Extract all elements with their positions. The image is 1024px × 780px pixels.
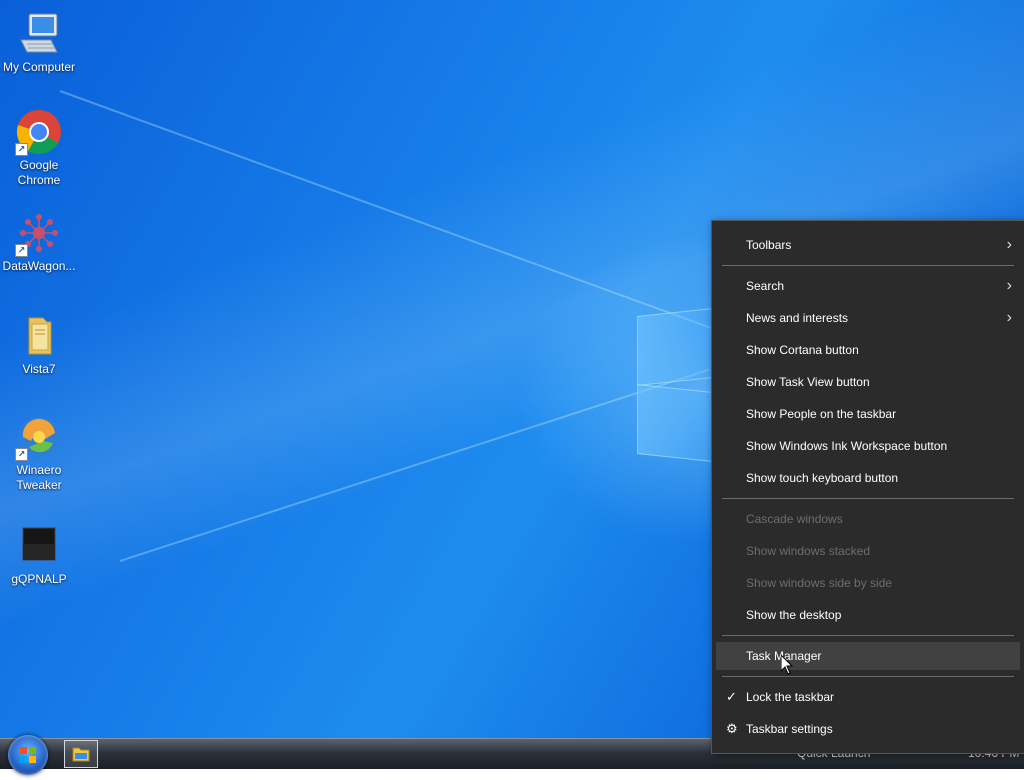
menu-item-show-ink-workspace[interactable]: Show Windows Ink Workspace button xyxy=(716,432,1020,460)
menu-item-label: News and interests xyxy=(746,311,849,325)
mouse-cursor-icon xyxy=(780,653,794,680)
menu-item-label: Show Windows Ink Workspace button xyxy=(746,439,948,453)
desktop-icon-label: My Computer xyxy=(2,60,76,74)
desktop-icon-label: Winaero Tweaker xyxy=(16,463,62,492)
gear-icon: ⚙ xyxy=(726,721,738,736)
app-icon xyxy=(15,522,63,570)
menu-item-search[interactable]: Search › xyxy=(716,272,1020,300)
menu-item-show-task-view-button[interactable]: Show Task View button xyxy=(716,368,1020,396)
checkmark-icon: ✓ xyxy=(726,689,737,704)
taskbar-file-explorer-button[interactable] xyxy=(64,740,98,768)
shortcut-arrow-icon: ↗ xyxy=(15,143,28,156)
shortcut-arrow-icon: ↗ xyxy=(15,448,28,461)
folder-icon xyxy=(15,312,63,360)
menu-item-label: Show windows stacked xyxy=(746,544,871,558)
chevron-right-icon: › xyxy=(1006,277,1012,294)
chevron-right-icon: › xyxy=(1006,309,1012,326)
desktop-icon-winaero-tweaker[interactable]: ↗ Winaero Tweaker xyxy=(1,413,77,493)
desktop-icon-label: DataWagon... xyxy=(2,259,76,273)
chrome-icon: ↗ xyxy=(15,108,63,156)
desktop-icon-gqpnalp[interactable]: gQPNALP xyxy=(1,522,77,587)
datawagon-icon: ↗ xyxy=(15,209,63,257)
chevron-right-icon: › xyxy=(1006,236,1012,253)
menu-item-show-touch-keyboard[interactable]: Show touch keyboard button xyxy=(716,464,1020,492)
menu-separator xyxy=(722,265,1014,266)
light-beam xyxy=(59,90,719,332)
windows-logo-pane xyxy=(637,384,713,462)
menu-item-label: Search xyxy=(746,279,785,293)
menu-separator xyxy=(722,676,1014,677)
menu-item-lock-the-taskbar[interactable]: ✓ Lock the taskbar xyxy=(716,683,1020,711)
taskbar-context-menu: Toolbars › Search › News and interests ›… xyxy=(711,220,1024,754)
folder-icon xyxy=(72,747,90,762)
menu-item-news-and-interests[interactable]: News and interests › xyxy=(716,304,1020,332)
menu-item-label: Show Cortana button xyxy=(746,343,859,357)
start-button[interactable] xyxy=(8,735,48,775)
shortcut-arrow-icon: ↗ xyxy=(15,244,28,257)
menu-separator xyxy=(722,498,1014,499)
windows-flag-icon xyxy=(20,747,36,763)
windows-logo-pane xyxy=(637,308,713,386)
menu-item-label: Show touch keyboard button xyxy=(746,471,899,485)
menu-separator xyxy=(722,635,1014,636)
menu-item-toolbars[interactable]: Toolbars › xyxy=(716,231,1020,259)
menu-item-show-the-desktop[interactable]: Show the desktop xyxy=(716,601,1020,629)
desktop-icon-google-chrome[interactable]: ↗ Google Chrome xyxy=(1,108,77,188)
menu-item-show-cortana-button[interactable]: Show Cortana button xyxy=(716,336,1020,364)
menu-item-label: Cascade windows xyxy=(746,512,843,526)
menu-item-taskbar-settings[interactable]: ⚙ Taskbar settings xyxy=(716,715,1020,743)
light-beam xyxy=(119,368,710,562)
desktop-icon-my-computer[interactable]: My Computer xyxy=(1,10,77,75)
menu-item-label: Show windows side by side xyxy=(746,576,893,590)
desktop-icon-label: gQPNALP xyxy=(11,572,67,586)
menu-item-show-people[interactable]: Show People on the taskbar xyxy=(716,400,1020,428)
menu-item-cascade-windows: Cascade windows xyxy=(716,505,1020,533)
menu-item-label: Taskbar settings xyxy=(746,722,833,736)
menu-item-task-manager[interactable]: Task Manager xyxy=(716,642,1020,670)
menu-item-label: Show People on the taskbar xyxy=(746,407,897,421)
computer-icon xyxy=(15,10,63,58)
menu-item-label: Lock the taskbar xyxy=(746,690,835,704)
menu-item-label: Show the desktop xyxy=(746,608,842,622)
desktop-icon-datawagon[interactable]: ↗ DataWagon... xyxy=(1,209,77,274)
desktop-icon-label: Vista7 xyxy=(22,362,56,376)
menu-item-label: Toolbars xyxy=(746,238,792,252)
menu-item-show-windows-stacked: Show windows stacked xyxy=(716,537,1020,565)
desktop-icon-label: Google Chrome xyxy=(17,158,61,187)
winaero-icon: ↗ xyxy=(15,413,63,461)
desktop-icon-vista7[interactable]: Vista7 xyxy=(1,312,77,377)
menu-item-label: Show Task View button xyxy=(746,375,870,389)
menu-item-show-windows-side-by-side: Show windows side by side xyxy=(716,569,1020,597)
